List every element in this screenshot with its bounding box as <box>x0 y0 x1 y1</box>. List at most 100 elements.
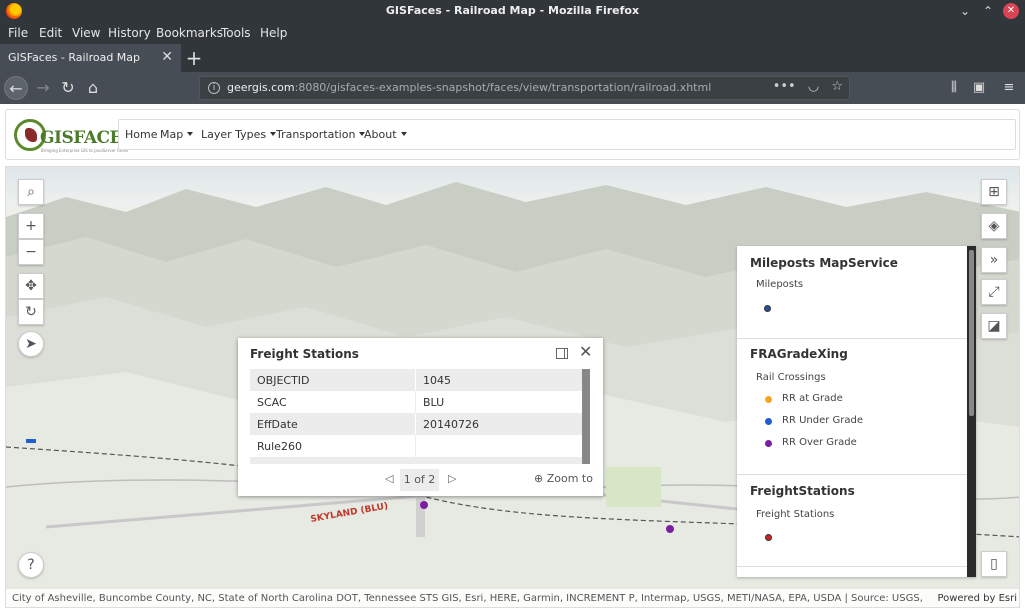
feature-popup: Freight Stations ✕ OBJECTID 1045 SCAC BLU … <box>238 338 603 496</box>
attr-value: 1045 <box>423 374 451 387</box>
zoom-in-icon[interactable]: + <box>18 213 44 239</box>
url-bar[interactable]: i geergis.com:8080/gisfaces-examples-sna… <box>199 76 850 100</box>
symbol-dot <box>765 418 772 425</box>
window-titlebar: GISFaces - Railroad Map - Mozilla Firefo… <box>0 0 1025 22</box>
hamburger-menu-icon[interactable]: ≡ <box>1000 80 1018 96</box>
zoom-to-button[interactable]: ⊕ Zoom to <box>534 472 593 485</box>
legend-item-label: RR Over Grade <box>782 437 857 448</box>
attr-value: 20140726 <box>423 418 479 431</box>
nav-map[interactable]: Map <box>160 128 194 141</box>
menu-bookmarks[interactable]: Bookmarks <box>156 26 223 40</box>
minimize-icon[interactable]: ⌄ <box>957 3 973 19</box>
compass-icon[interactable]: ➤ <box>18 331 44 357</box>
forward-icon[interactable]: → <box>31 76 55 100</box>
attribution-text[interactable]: City of Asheville, Buncombe County, NC, … <box>12 593 927 604</box>
menu-history[interactable]: History <box>108 26 151 40</box>
symbol-dot <box>764 305 771 312</box>
legend-section-title: Mileposts MapService <box>750 256 898 270</box>
feature-pager: 1 of 2 <box>400 469 439 491</box>
legend-layer-name: Mileposts <box>756 279 804 290</box>
new-tab-icon[interactable]: + <box>184 46 204 70</box>
attr-value: BLU <box>423 396 445 409</box>
attr-key: Rule260 <box>257 440 302 453</box>
nav-home-label: Home <box>125 128 158 141</box>
legend-layer-name: Rail Crossings <box>756 372 826 383</box>
nav-layer-types[interactable]: Layer Types <box>201 128 277 141</box>
sidebar-icon[interactable]: ▣ <box>970 80 988 96</box>
tab-bar: GISFaces - Railroad Map ✕ + <box>0 44 1025 72</box>
back-icon[interactable]: ← <box>4 76 28 100</box>
maximize-icon[interactable]: ⌃ <box>980 3 996 19</box>
legend-scrollbar[interactable] <box>967 246 976 577</box>
legend-section: FreightStations Freight Stations <box>737 475 967 567</box>
cell-divider <box>415 413 416 435</box>
menu-edit[interactable]: Edit <box>39 26 62 40</box>
table-row: SCAC BLU <box>250 391 582 413</box>
info-icon[interactable]: i <box>208 82 220 94</box>
mobile-view-icon[interactable]: ▯ <box>981 551 1007 577</box>
pan-icon[interactable]: ✥ <box>18 273 44 299</box>
url-host: geergis.com <box>227 81 295 94</box>
close-window-icon[interactable]: ✕ <box>1003 3 1019 19</box>
zoom-to-label: Zoom to <box>546 472 593 485</box>
rotate-icon[interactable]: ↻ <box>18 299 44 325</box>
main-nav: Home Map Layer Types Transportation Abou… <box>118 119 1016 150</box>
library-icon[interactable]: ⫼ <box>945 80 963 96</box>
url-path: :8080/gisfaces-examples-snapshot/faces/v… <box>294 81 712 94</box>
cell-divider <box>415 391 416 413</box>
layers-icon[interactable]: ◈ <box>981 213 1007 239</box>
page: GISFACES Bringing Enterprise GIS to Java… <box>0 104 1025 614</box>
symbol-dot <box>765 534 772 541</box>
search-icon[interactable]: ⌕ <box>18 179 44 205</box>
basemap-gallery-icon[interactable]: ⊞ <box>981 179 1007 205</box>
expand-icon[interactable]: ◪ <box>981 313 1007 339</box>
collapse-panel-icon[interactable]: » <box>981 247 1007 273</box>
legend-item-label: RR at Grade <box>782 393 843 404</box>
attr-key: SCAC <box>257 396 287 409</box>
legend-item-label: RR Under Grade <box>782 415 864 426</box>
bookmark-star-icon[interactable]: ☆ <box>831 79 843 94</box>
page-actions-icon[interactable]: ••• <box>773 79 796 94</box>
legend-section-title: FRAGradeXing <box>750 347 848 361</box>
popup-title: Freight Stations <box>250 347 359 361</box>
zoom-icon: ⊕ <box>534 472 544 485</box>
nav-transportation[interactable]: Transportation <box>276 128 366 141</box>
pocket-icon[interactable]: ◡ <box>808 79 819 94</box>
close-icon[interactable]: ✕ <box>579 342 592 361</box>
nav-home[interactable]: Home <box>125 128 157 141</box>
zoom-out-icon[interactable]: − <box>18 239 44 265</box>
cell-divider <box>415 369 416 391</box>
legend-section: FRAGradeXing Rail Crossings RR at Grade … <box>737 339 967 475</box>
table-row: Rule260 <box>250 435 582 457</box>
tab-gisfaces[interactable]: GISFaces - Railroad Map ✕ <box>0 44 181 72</box>
nav-transportation-label: Transportation <box>276 128 356 141</box>
reload-icon[interactable]: ↻ <box>56 76 80 100</box>
next-feature-icon[interactable]: ▷ <box>448 472 456 485</box>
nav-toolbar: ← → ↻ ⌂ i geergis.com:8080/gisfaces-exam… <box>0 72 1025 104</box>
menu-file[interactable]: File <box>8 26 28 40</box>
menu-help[interactable]: Help <box>260 26 287 40</box>
powered-by-esri[interactable]: Powered by Esri <box>937 593 1017 604</box>
menu-bar: File Edit View History Bookmarks Tools H… <box>0 22 1025 44</box>
menu-tools[interactable]: Tools <box>221 26 251 40</box>
legend-section-title: FreightStations <box>750 484 855 498</box>
scrollbar-thumb[interactable] <box>969 250 974 416</box>
attr-key: EffDate <box>257 418 298 431</box>
popup-attribute-table[interactable]: OBJECTID 1045 SCAC BLU EffDate 20140726 Rul… <box>250 369 590 464</box>
gisfaces-logo[interactable]: GISFACES Bringing Enterprise GIS to Java… <box>14 119 134 155</box>
home-icon[interactable]: ⌂ <box>81 76 105 100</box>
nav-about[interactable]: About <box>364 128 407 141</box>
map-view[interactable]: SKYLAND (BLU) ⌕ + − ✥ ↻ ➤ ? ⊞ ◈ » ⤢ ◪ ▯ … <box>5 166 1020 608</box>
table-row: OBJECTID 1045 <box>250 369 582 391</box>
close-tab-icon[interactable]: ✕ <box>161 49 173 65</box>
url-text[interactable]: geergis.com:8080/gisfaces-examples-snaps… <box>227 81 711 94</box>
cell-divider <box>415 435 416 457</box>
site-header: GISFACES Bringing Enterprise GIS to Java… <box>5 109 1020 160</box>
attr-key: OBJECTID <box>257 374 310 387</box>
fullscreen-icon[interactable]: ⤢ <box>981 279 1007 305</box>
menu-view[interactable]: View <box>72 26 100 40</box>
previous-feature-icon[interactable]: ◁ <box>385 472 393 485</box>
help-icon[interactable]: ? <box>18 552 44 578</box>
dock-icon[interactable] <box>556 348 568 359</box>
nav-map-label: Map <box>160 128 184 141</box>
